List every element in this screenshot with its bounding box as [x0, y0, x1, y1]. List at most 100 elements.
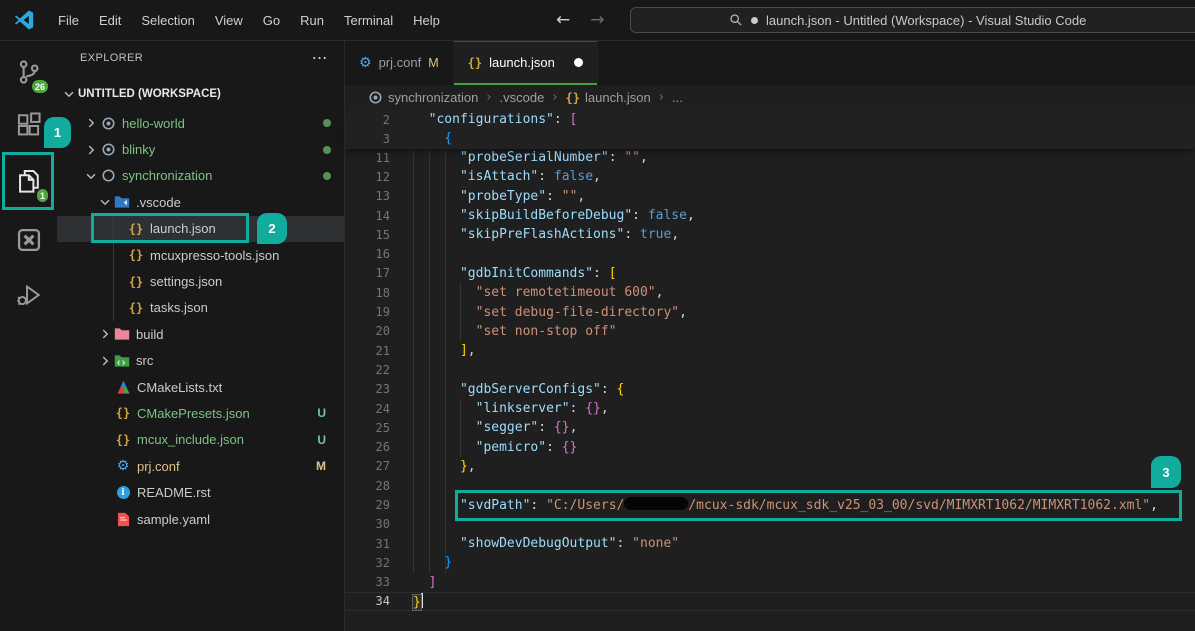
tree-item-tasks-json[interactable]: {}tasks.json — [57, 295, 344, 321]
tree-item-cmakepresets-json[interactable]: {}CMakePresets.jsonU — [57, 400, 344, 426]
line-content: "gdbInitCommands": [ — [413, 266, 617, 281]
command-center-search[interactable]: launch.json - Untitled (Workspace) - Vis… — [630, 7, 1195, 33]
tree-item-settings-json[interactable]: {}settings.json — [57, 268, 344, 294]
indent-guide — [460, 283, 461, 341]
more-actions-icon[interactable]: ⋯ — [312, 53, 328, 63]
git-status-badge: U — [317, 406, 326, 420]
breadcrumb-item--vscode[interactable]: .vscode — [500, 90, 545, 105]
tree-item-label: mcux_include.json — [137, 432, 244, 447]
code-line-31[interactable]: 31 "showDevDebugOutput": "none" — [345, 534, 1195, 553]
tree-item-src[interactable]: src — [57, 348, 344, 374]
line-number: 22 — [345, 363, 390, 377]
tree-item-mcuxpresso-tools-json[interactable]: {} mcuxpresso-tools.json — [57, 242, 344, 268]
code-line-15[interactable]: 15 "skipPreFlashActions": true, — [345, 225, 1195, 244]
code-line-26[interactable]: 26 "pemicro": {} — [345, 437, 1195, 456]
breadcrumb-separator: › — [552, 90, 557, 105]
menu-view[interactable]: View — [205, 9, 253, 32]
back-arrow-button[interactable]: ← — [556, 10, 570, 30]
breadcrumb-item-launch-json[interactable]: {}launch.json — [566, 90, 651, 105]
menu-run[interactable]: Run — [290, 9, 334, 32]
tree-item-cmakelists-txt[interactable]: CMakeLists.txt — [57, 374, 344, 400]
code-line-16[interactable]: 16 — [345, 244, 1195, 263]
code-line-11[interactable]: 11 "probeSerialNumber": "", — [345, 148, 1195, 167]
folder-vscode-icon — [113, 195, 131, 209]
tree-item-label: README.rst — [137, 485, 211, 500]
tree-item-sample-yaml[interactable]: sample.yaml — [57, 506, 344, 532]
activity-x-extension-icon[interactable] — [0, 216, 57, 264]
tree-item--vscode[interactable]: .vscode — [57, 189, 344, 215]
file-tree: hello-worldblinky synchronization .vscode {… — [57, 110, 344, 532]
code-line-34[interactable]: 34} — [345, 592, 1195, 611]
breadcrumb-separator: › — [486, 90, 491, 105]
tree-item-readme-rst[interactable]: iREADME.rst — [57, 479, 344, 505]
code-line-32[interactable]: 32 } — [345, 553, 1195, 572]
forward-arrow-button[interactable]: → — [590, 10, 604, 30]
activity-source-control-icon[interactable]: 26 — [0, 48, 57, 96]
code-line-21[interactable]: 21 ], — [345, 341, 1195, 360]
menu-go[interactable]: Go — [253, 9, 290, 32]
tree-item-label: sample.yaml — [137, 512, 210, 527]
menu-bar: FileEditSelectionViewGoRunTerminalHelp — [48, 9, 450, 32]
menu-file[interactable]: File — [48, 9, 89, 32]
menu-terminal[interactable]: Terminal — [334, 9, 403, 32]
code-line-14[interactable]: 14 "skipBuildBeforeDebug": false, — [345, 206, 1195, 225]
menu-selection[interactable]: Selection — [131, 9, 204, 32]
tree-item-hello-world[interactable]: hello-world — [57, 110, 344, 136]
json-icon: {} — [127, 248, 145, 262]
line-number: 29 — [345, 498, 390, 512]
tab-launch-json[interactable]: {}launch.json — [454, 40, 598, 85]
breadcrumb-label: synchronization — [388, 90, 478, 105]
menu-help[interactable]: Help — [403, 9, 450, 32]
line-number: 26 — [345, 440, 390, 454]
chevron-right-icon — [83, 143, 99, 157]
code-line-25[interactable]: 25 "segger": {}, — [345, 418, 1195, 437]
tree-item-label: synchronization — [122, 168, 212, 183]
chevron-right-icon — [97, 327, 113, 341]
tree-item-blinky[interactable]: blinky — [57, 136, 344, 162]
tab-prj-conf[interactable]: ⚙prj.confM — [345, 40, 454, 85]
chevron-down-icon — [83, 169, 99, 183]
code-editor[interactable]: 11 "probeSerialNumber": "",12 "isAttach"… — [345, 148, 1195, 613]
tree-item-label: CMakePresets.json — [137, 406, 250, 421]
code-line-18[interactable]: 18 "set remotetimeout 600", — [345, 283, 1195, 302]
tab-dirty-dot[interactable] — [574, 58, 583, 67]
chevron-down-icon — [62, 87, 76, 101]
project-dot-icon — [368, 90, 383, 105]
code-line-2[interactable]: 2 "configurations": [ — [345, 110, 1195, 129]
code-line-22[interactable]: 22 — [345, 360, 1195, 379]
line-content: } — [413, 593, 423, 610]
vscode-window: FileEditSelectionViewGoRunTerminalHelp ←… — [0, 0, 1195, 631]
tree-item-build[interactable]: build — [57, 321, 344, 347]
tree-item-prj-conf[interactable]: ⚙prj.confM — [57, 453, 344, 479]
line-content: "skipPreFlashActions": true, — [413, 227, 679, 242]
search-icon — [729, 13, 743, 27]
annotation-box-svdpath-line — [455, 490, 1182, 521]
tree-item-label: mcuxpresso-tools.json — [150, 248, 279, 263]
code-line-20[interactable]: 20 "set non-stop off" — [345, 322, 1195, 341]
code-line-33[interactable]: 33 ] — [345, 573, 1195, 592]
line-number: 33 — [345, 575, 390, 589]
line-number: 28 — [345, 479, 390, 493]
code-line-17[interactable]: 17 "gdbInitCommands": [ — [345, 264, 1195, 283]
menu-edit[interactable]: Edit — [89, 9, 131, 32]
tree-item-synchronization[interactable]: synchronization — [57, 163, 344, 189]
tab-label: prj.conf — [379, 55, 422, 70]
project-dot-icon — [99, 116, 117, 131]
code-line-3[interactable]: 3 { — [345, 129, 1195, 148]
code-line-12[interactable]: 12 "isAttach": false, — [345, 167, 1195, 186]
gear-icon: ⚙ — [359, 56, 372, 70]
code-line-24[interactable]: 24 "linkserver": {}, — [345, 399, 1195, 418]
code-line-27[interactable]: 27 }, — [345, 457, 1195, 476]
line-number: 17 — [345, 266, 390, 280]
line-number: 21 — [345, 344, 390, 358]
code-line-13[interactable]: 13 "probeType": "", — [345, 187, 1195, 206]
tree-item-mcux-include-json[interactable]: {}mcux_include.jsonU — [57, 427, 344, 453]
code-line-19[interactable]: 19 "set debug-file-directory", — [345, 302, 1195, 321]
line-number: 30 — [345, 517, 390, 531]
code-line-23[interactable]: 23 "gdbServerConfigs": { — [345, 380, 1195, 399]
breadcrumb-item-synchronization[interactable]: synchronization — [368, 90, 478, 105]
breadcrumb-item--[interactable]: ... — [672, 90, 683, 105]
workspace-root-row[interactable]: UNTITLED (WORKSPACE) — [57, 82, 344, 106]
json-icon: {} — [468, 56, 482, 70]
activity-run-and-debug-icon[interactable] — [0, 271, 57, 319]
